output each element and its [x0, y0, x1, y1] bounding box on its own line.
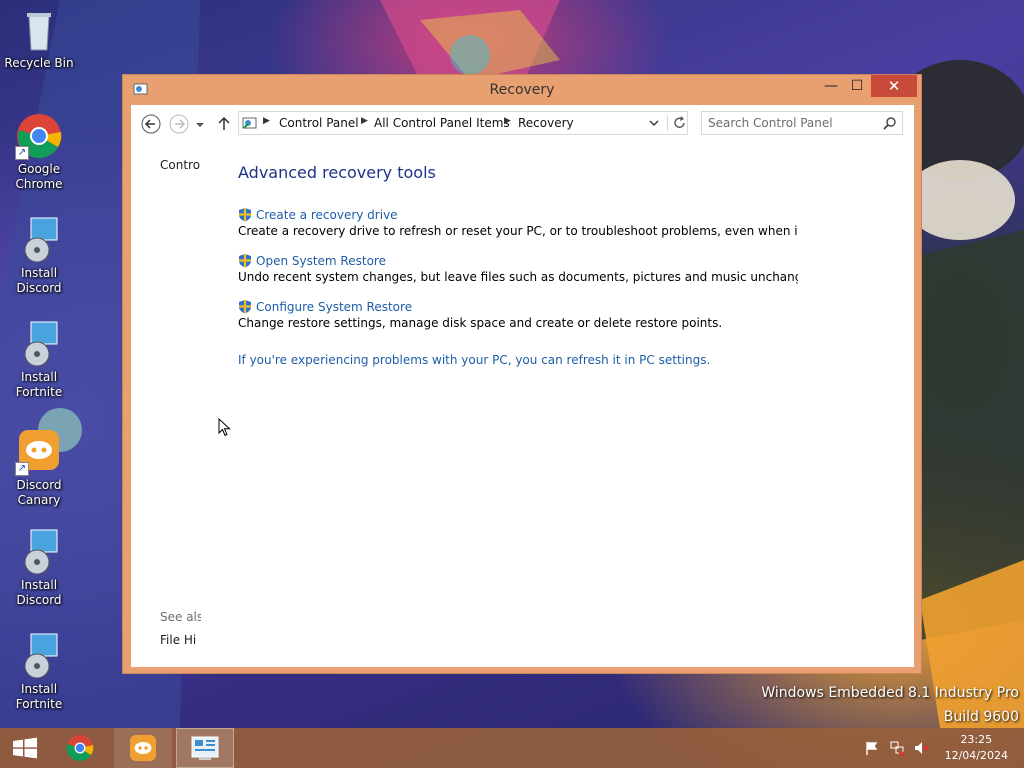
create-recovery-drive-link[interactable]: Create a recovery drive — [238, 207, 398, 222]
see-also-heading: See als — [160, 610, 201, 624]
breadcrumb-all-items[interactable]: All Control Panel Items — [374, 116, 510, 130]
discord-taskbar-button[interactable] — [114, 728, 172, 768]
breadcrumb-control-panel[interactable]: Control Panel — [279, 116, 359, 130]
clock-date: 12/04/2024 — [944, 749, 1008, 762]
window-title: Recovery — [489, 82, 555, 98]
desktop-icon-discord-canary[interactable]: ↗ Discord Canary — [0, 428, 78, 508]
address-bar[interactable]: ▶ Control Panel ▶ All Control Panel Item… — [238, 111, 688, 135]
configure-system-restore-label[interactable]: Configure System Restore — [256, 300, 412, 314]
desktop-icon-install-fortnite-2[interactable]: Install Fortnite — [0, 632, 78, 712]
desktop-icon-recycle-bin[interactable]: Recycle Bin — [0, 6, 78, 71]
search-input[interactable] — [708, 114, 878, 132]
desktop-icon-label: Install Fortnite — [15, 682, 63, 711]
close-button[interactable]: ✕ — [871, 75, 917, 97]
desktop-icon-label: Install Fortnite — [15, 370, 63, 399]
control-panel-taskbar-button[interactable] — [176, 728, 234, 768]
discord-icon: ↗ — [15, 428, 63, 476]
refresh-icon[interactable] — [667, 115, 688, 131]
desktop-icon-install-discord-2[interactable]: Install Discord — [0, 528, 78, 608]
action-center-flag-icon[interactable] — [864, 740, 880, 756]
minimize-button[interactable]: — — [817, 75, 845, 97]
configure-system-restore-link[interactable]: Configure System Restore — [238, 299, 412, 314]
desktop-icon-google-chrome[interactable]: ↗ Google Chrome — [0, 112, 78, 192]
shortcut-arrow-icon: ↗ — [15, 462, 29, 476]
chrome-icon — [66, 735, 94, 762]
recycle-bin-icon — [15, 6, 63, 54]
open-system-restore-description: Undo recent system changes, but leave fi… — [238, 270, 798, 284]
desktop-icon-label: Recycle Bin — [4, 56, 74, 70]
open-system-restore-link[interactable]: Open System Restore — [238, 253, 386, 268]
system-clock[interactable]: 23:25 12/04/2024 — [945, 732, 1008, 764]
breadcrumb-separator-icon[interactable]: ▶ — [504, 116, 511, 126]
installer-icon — [15, 216, 63, 264]
maximize-button[interactable]: ☐ — [843, 75, 871, 97]
desktop-icon-label: Install Discord — [16, 578, 62, 607]
back-button[interactable] — [140, 113, 162, 135]
open-system-restore-label[interactable]: Open System Restore — [256, 254, 386, 268]
windows-logo-icon — [13, 737, 37, 759]
breadcrumb-separator-icon[interactable]: ▶ — [361, 116, 368, 126]
installer-icon — [15, 320, 63, 368]
left-navigation-pane: Contro See als File Hi — [131, 145, 201, 665]
control-panel-icon — [191, 736, 219, 760]
forward-button[interactable] — [168, 113, 190, 135]
mouse-cursor-icon — [218, 418, 231, 437]
control-panel-icon — [242, 115, 258, 134]
uac-shield-icon — [238, 299, 252, 314]
windows-build-watermark: Build 9600 — [943, 709, 1019, 725]
installer-icon — [15, 632, 63, 680]
recent-locations-dropdown[interactable] — [193, 113, 207, 135]
discord-icon — [130, 735, 156, 761]
installer-icon — [15, 528, 63, 576]
breadcrumb-recovery[interactable]: Recovery — [518, 116, 574, 130]
desktop-icon-label: Install Discord — [16, 266, 62, 295]
create-recovery-drive-label[interactable]: Create a recovery drive — [256, 208, 398, 222]
desktop-icon-install-discord[interactable]: Install Discord — [0, 216, 78, 296]
page-heading: Advanced recovery tools — [238, 163, 436, 182]
search-box[interactable] — [701, 111, 903, 135]
clock-time: 23:25 — [960, 733, 993, 746]
breadcrumb-separator-icon[interactable]: ▶ — [263, 116, 270, 126]
refresh-pc-settings-link[interactable]: If you're experiencing problems with you… — [238, 353, 710, 367]
windows-edition-watermark: Windows Embedded 8.1 Industry Pro — [761, 685, 1019, 701]
chrome-taskbar-button[interactable] — [51, 728, 109, 768]
shortcut-arrow-icon: ↗ — [15, 146, 29, 160]
uac-shield-icon — [238, 253, 252, 268]
volume-muted-icon[interactable] — [913, 740, 929, 756]
window-client-area: ▶ Control Panel ▶ All Control Panel Item… — [131, 105, 914, 667]
start-button[interactable] — [0, 728, 50, 768]
desktop-icon-label: Discord Canary — [16, 478, 62, 507]
desktop-icon-label: Google Chrome — [15, 162, 63, 191]
desktop-icon-install-fortnite[interactable]: Install Fortnite — [0, 320, 78, 400]
taskbar: 23:25 12/04/2024 — [0, 728, 1024, 768]
up-button[interactable] — [213, 113, 235, 135]
chrome-icon: ↗ — [15, 112, 63, 160]
title-bar[interactable]: Recovery — ☐ ✕ — [123, 75, 921, 105]
search-icon[interactable] — [883, 116, 897, 133]
file-history-link[interactable]: File Hi — [160, 633, 196, 647]
recovery-window: Recovery — ☐ ✕ ▶ Control Panel ▶ All Con… — [122, 74, 922, 674]
uac-shield-icon — [238, 207, 252, 222]
control-panel-home-link[interactable]: Contro — [160, 158, 200, 172]
configure-system-restore-description: Change restore settings, manage disk spa… — [238, 316, 723, 330]
network-disconnected-icon[interactable] — [889, 740, 905, 757]
create-recovery-drive-description: Create a recovery drive to refresh or re… — [238, 224, 798, 238]
address-dropdown-icon[interactable] — [647, 115, 661, 134]
